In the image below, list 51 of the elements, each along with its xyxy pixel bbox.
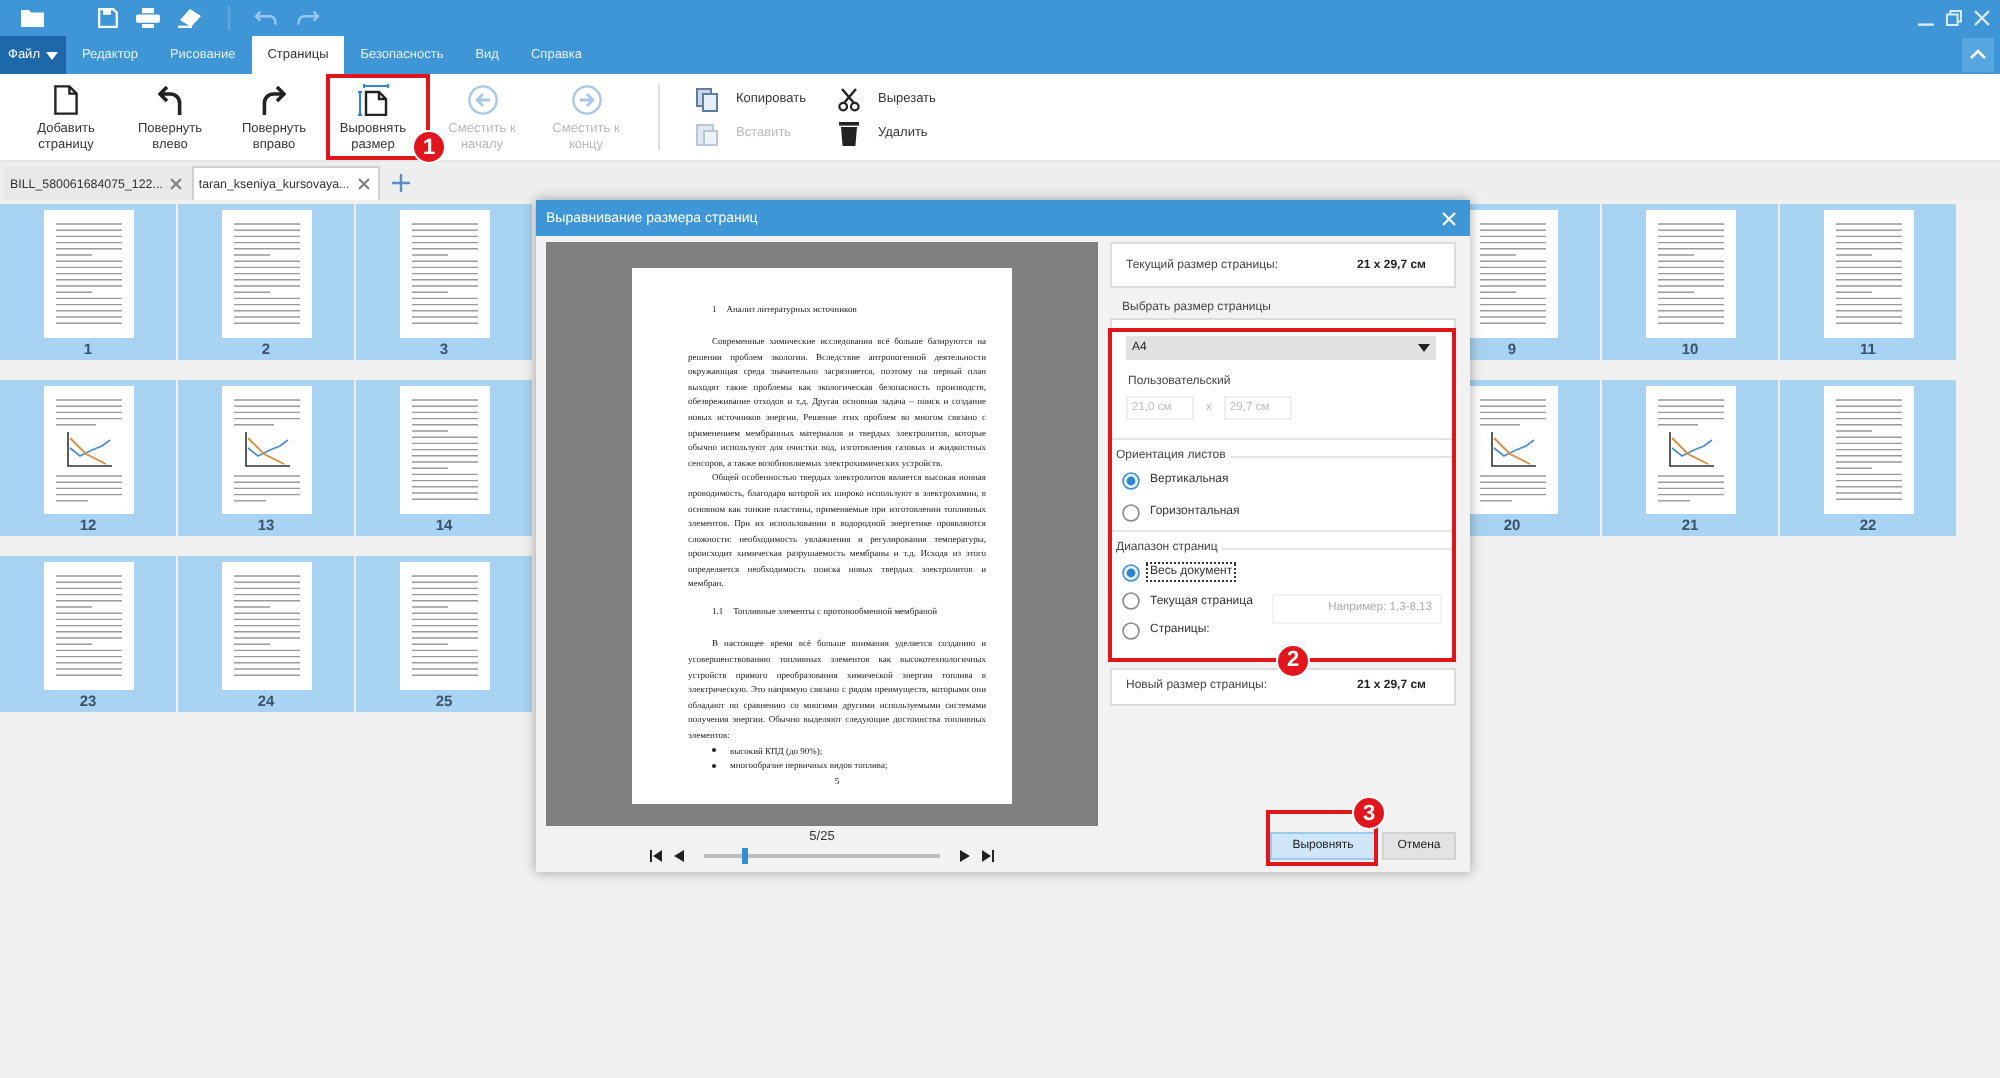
- skip-back-icon[interactable]: [650, 850, 662, 862]
- skip-forward-icon[interactable]: [982, 850, 994, 862]
- restore-icon[interactable]: [1946, 10, 1962, 26]
- page-thumbnail: [221, 562, 311, 690]
- trash-icon: [838, 121, 860, 145]
- page-thumbnail: [1823, 386, 1913, 514]
- close-icon[interactable]: [170, 178, 183, 190]
- arrow-left-circle-icon: [467, 84, 497, 116]
- eraser-icon[interactable]: [178, 8, 202, 28]
- caret-down-icon: [45, 51, 58, 59]
- previous-icon[interactable]: [674, 850, 684, 862]
- page-thumbnail: [1645, 210, 1735, 338]
- plus-icon[interactable]: [391, 174, 410, 192]
- radio-button[interactable]: [1122, 592, 1140, 611]
- save-icon[interactable]: [98, 8, 118, 28]
- rotate-left-icon: [158, 84, 182, 116]
- page-thumbnail: [43, 210, 133, 338]
- radio-button[interactable]: [1122, 621, 1140, 640]
- printer-icon[interactable]: [136, 8, 160, 28]
- slider-thumb[interactable]: [742, 848, 749, 864]
- step-number: 2: [1276, 643, 1310, 677]
- folder-icon[interactable]: [20, 8, 46, 28]
- page-thumbnail: [399, 562, 489, 690]
- resize-page-icon: [357, 84, 389, 116]
- undo-icon[interactable]: [254, 10, 278, 26]
- chevron-up-icon[interactable]: [1962, 38, 1994, 72]
- arrow-right-circle-icon: [571, 84, 601, 116]
- step-number: 1: [412, 130, 446, 164]
- page-thumbnail: [221, 210, 311, 338]
- scissors-icon: [838, 87, 860, 111]
- page-thumbnail: [1645, 386, 1735, 514]
- page-thumbnail: [43, 562, 133, 690]
- page-thumbnail: [399, 386, 489, 514]
- radio-button[interactable]: [1122, 563, 1140, 582]
- caret-down-icon: [1418, 344, 1430, 352]
- close-icon[interactable]: [357, 178, 370, 190]
- radio-button[interactable]: [1122, 503, 1140, 521]
- page-thumbnail: [43, 386, 133, 514]
- rotate-right-icon: [262, 84, 286, 116]
- clipboard-icon: [696, 121, 718, 145]
- page-thumbnail: [221, 386, 311, 514]
- page-thumbnail: [1823, 210, 1913, 338]
- page-thumbnail: [1467, 386, 1557, 514]
- step-number: 3: [1352, 796, 1386, 830]
- next-icon[interactable]: [960, 850, 970, 862]
- copy-icon: [696, 87, 718, 111]
- page-thumbnail: [399, 210, 489, 338]
- page-thumbnail: [1467, 210, 1557, 338]
- radio-button[interactable]: [1122, 471, 1140, 489]
- document-icon: [54, 84, 78, 116]
- redo-icon[interactable]: [296, 10, 320, 26]
